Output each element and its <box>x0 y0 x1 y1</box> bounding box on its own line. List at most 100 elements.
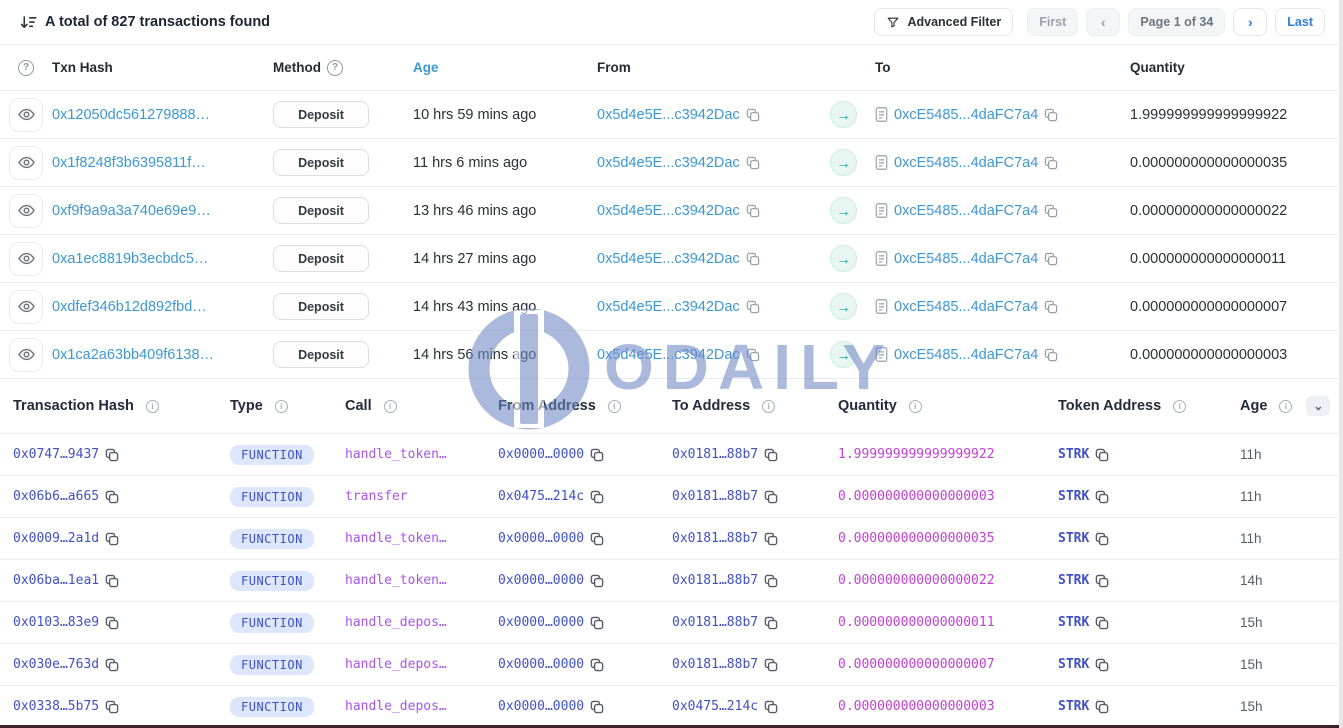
copy-icon[interactable] <box>746 108 760 122</box>
token-link[interactable]: STRK <box>1058 615 1089 630</box>
from-address-link[interactable]: 0x5d4e5E...c3942Dac <box>597 203 740 219</box>
token-link[interactable]: STRK <box>1058 489 1089 504</box>
copy-icon[interactable] <box>746 204 760 218</box>
txn-hash-link[interactable]: 0x0103…83e9 <box>13 615 99 630</box>
copy-icon[interactable] <box>764 616 778 630</box>
copy-icon[interactable] <box>590 616 604 630</box>
txn-hash-link[interactable]: 0xf9f9a9a3a740e69e9… <box>52 203 211 219</box>
copy-icon[interactable] <box>590 448 604 462</box>
to-address-link[interactable]: 0x0181…88b7 <box>672 531 758 546</box>
txn-hash-link[interactable]: 0x0009…2a1d <box>13 531 99 546</box>
to-address-link[interactable]: 0x0181…88b7 <box>672 657 758 672</box>
txn-hash-link[interactable]: 0x12050dc561279888… <box>52 107 210 123</box>
from-address-link[interactable]: 0x5d4e5E...c3942Dac <box>597 251 740 267</box>
copy-icon[interactable] <box>764 700 778 714</box>
header-age-sort[interactable]: Age <box>413 60 597 75</box>
call-function-name[interactable]: handle_token… <box>345 573 447 588</box>
to-address-link[interactable]: 0xcE5485...4daFC7a4 <box>894 155 1038 171</box>
copy-icon[interactable] <box>1044 156 1058 170</box>
txn-hash-link[interactable]: 0x1f8248f3b6395811f… <box>52 155 206 171</box>
call-function-name[interactable]: handle_token… <box>345 447 447 462</box>
from-address-link[interactable]: 0x0475…214c <box>498 489 584 504</box>
copy-icon[interactable] <box>764 448 778 462</box>
age-sort-button[interactable]: ⌄ <box>1306 396 1330 416</box>
to-address-link[interactable]: 0x0475…214c <box>672 699 758 714</box>
copy-icon[interactable] <box>764 490 778 504</box>
from-address-link[interactable]: 0x0000…0000 <box>498 657 584 672</box>
from-address-link[interactable]: 0x5d4e5E...c3942Dac <box>597 107 740 123</box>
txn-hash-link[interactable]: 0x0338…5b75 <box>13 699 99 714</box>
copy-icon[interactable] <box>746 300 760 314</box>
first-page-button[interactable]: First <box>1027 8 1078 36</box>
call-function-name[interactable]: handle_token… <box>345 531 447 546</box>
to-address-link[interactable]: 0x0181…88b7 <box>672 489 758 504</box>
txn-hash-link[interactable]: 0x030e…763d <box>13 657 99 672</box>
to-address-link[interactable]: 0x0181…88b7 <box>672 447 758 462</box>
copy-icon[interactable] <box>105 532 119 546</box>
call-function-name[interactable]: handle_depos… <box>345 657 447 672</box>
copy-icon[interactable] <box>590 490 604 504</box>
to-address-link[interactable]: 0xcE5485...4daFC7a4 <box>894 347 1038 363</box>
copy-icon[interactable] <box>590 574 604 588</box>
from-address-link[interactable]: 0x5d4e5E...c3942Dac <box>597 299 740 315</box>
copy-icon[interactable] <box>590 658 604 672</box>
copy-icon[interactable] <box>1095 616 1109 630</box>
next-page-button[interactable]: › <box>1233 8 1267 36</box>
copy-icon[interactable] <box>764 574 778 588</box>
copy-icon[interactable] <box>1044 300 1058 314</box>
view-preview-button[interactable] <box>9 98 43 132</box>
call-function-name[interactable]: transfer <box>345 489 408 504</box>
copy-icon[interactable] <box>1044 108 1058 122</box>
to-address-link[interactable]: 0xcE5485...4daFC7a4 <box>894 299 1038 315</box>
txn-hash-link[interactable]: 0x06b6…a665 <box>13 489 99 504</box>
from-address-link[interactable]: 0x0000…0000 <box>498 699 584 714</box>
last-page-button[interactable]: Last <box>1275 8 1325 36</box>
copy-icon[interactable] <box>590 532 604 546</box>
copy-icon[interactable] <box>746 156 760 170</box>
method-badge[interactable]: Deposit <box>273 341 369 368</box>
to-address-link[interactable]: 0x0181…88b7 <box>672 573 758 588</box>
token-link[interactable]: STRK <box>1058 699 1089 714</box>
token-link[interactable]: STRK <box>1058 573 1089 588</box>
call-function-name[interactable]: handle_depos… <box>345 699 447 714</box>
txn-hash-link[interactable]: 0x1ca2a63bb409f6138… <box>52 347 214 363</box>
to-address-link[interactable]: 0x0181…88b7 <box>672 615 758 630</box>
copy-icon[interactable] <box>764 658 778 672</box>
method-badge[interactable]: Deposit <box>273 197 369 224</box>
advanced-filter-button[interactable]: Advanced Filter <box>874 8 1013 36</box>
method-badge[interactable]: Deposit <box>273 149 369 176</box>
view-preview-button[interactable] <box>9 242 43 276</box>
from-address-link[interactable]: 0x5d4e5E...c3942Dac <box>597 347 740 363</box>
view-preview-button[interactable] <box>9 338 43 372</box>
copy-icon[interactable] <box>105 448 119 462</box>
view-preview-button[interactable] <box>9 146 43 180</box>
to-address-link[interactable]: 0xcE5485...4daFC7a4 <box>894 203 1038 219</box>
copy-icon[interactable] <box>1044 204 1058 218</box>
method-badge[interactable]: Deposit <box>273 245 369 272</box>
copy-icon[interactable] <box>105 490 119 504</box>
method-badge[interactable]: Deposit <box>273 101 369 128</box>
copy-icon[interactable] <box>105 574 119 588</box>
token-link[interactable]: STRK <box>1058 447 1089 462</box>
txn-hash-link[interactable]: 0xdfef346b12d892fbd… <box>52 299 207 315</box>
copy-icon[interactable] <box>764 532 778 546</box>
prev-page-button[interactable]: ‹ <box>1086 8 1120 36</box>
copy-icon[interactable] <box>746 348 760 362</box>
call-function-name[interactable]: handle_depos… <box>345 615 447 630</box>
view-preview-button[interactable] <box>9 290 43 324</box>
copy-icon[interactable] <box>105 658 119 672</box>
txn-hash-link[interactable]: 0x0747…9437 <box>13 447 99 462</box>
to-address-link[interactable]: 0xcE5485...4daFC7a4 <box>894 107 1038 123</box>
copy-icon[interactable] <box>1095 658 1109 672</box>
from-address-link[interactable]: 0x0000…0000 <box>498 447 584 462</box>
copy-icon[interactable] <box>105 700 119 714</box>
txn-hash-link[interactable]: 0xa1ec8819b3ecbdc5… <box>52 251 208 267</box>
copy-icon[interactable] <box>1044 252 1058 266</box>
from-address-link[interactable]: 0x0000…0000 <box>498 615 584 630</box>
copy-icon[interactable] <box>1095 700 1109 714</box>
copy-icon[interactable] <box>1095 574 1109 588</box>
view-preview-button[interactable] <box>9 194 43 228</box>
copy-icon[interactable] <box>105 616 119 630</box>
from-address-link[interactable]: 0x0000…0000 <box>498 531 584 546</box>
token-link[interactable]: STRK <box>1058 657 1089 672</box>
